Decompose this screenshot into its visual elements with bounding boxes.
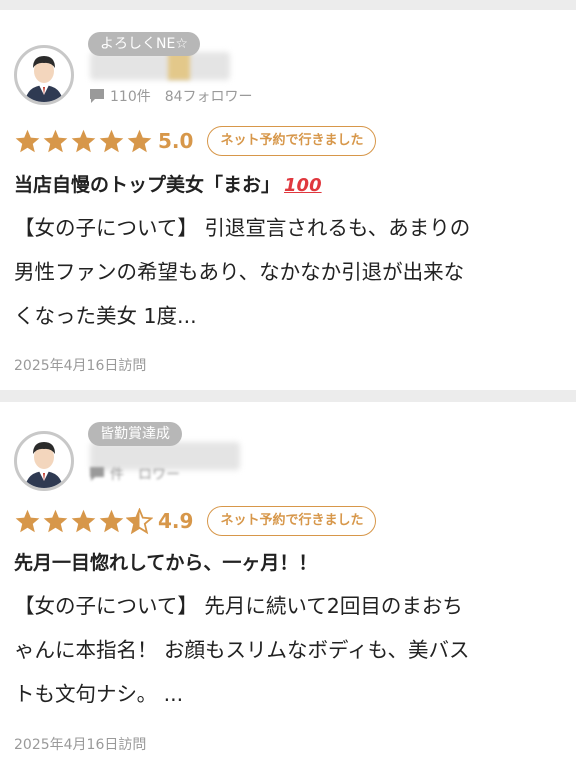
review-body[interactable]: 【女の子について】 引退宣言されるも、あまりの 男性ファンの希望もあり、なかなか…	[14, 206, 562, 338]
username-blurred	[90, 52, 230, 80]
review-body-line: トも文句ナシ。 ...	[14, 682, 184, 706]
star-icon	[71, 509, 96, 532]
user-avatar-icon	[25, 442, 63, 488]
star-rating	[14, 507, 154, 535]
star-half-icon	[126, 507, 153, 534]
comment-icon	[90, 467, 104, 481]
rating-row: 5.0 ネット予約で行きました	[14, 126, 377, 156]
star-icon	[15, 509, 40, 532]
review-card[interactable]: よろしくNE☆ 110件 84フォロワー 5.0 ネット予約で行きました 当店自…	[0, 10, 576, 390]
followers-count: ロワー	[138, 467, 180, 483]
rating-score: 4.9	[158, 509, 194, 533]
review-body-line: 【女の子について】 引退宣言されるも、あまりの	[14, 216, 471, 240]
followers-count: 84フォロワー	[164, 89, 253, 105]
review-title[interactable]: 当店自慢のトップ美女「まお」 100	[14, 170, 322, 197]
star-icon	[71, 129, 96, 152]
review-body[interactable]: 【女の子について】 先月に続いて2回目のまおち ゃんに本指名！ お顔もスリムなボ…	[14, 584, 562, 716]
review-body-line: 【女の子について】 先月に続いて2回目のまおち	[14, 594, 463, 618]
rating-row: 4.9 ネット予約で行きました	[14, 506, 377, 536]
user-avatar-icon	[25, 56, 63, 102]
reviewer-meta: 件 ロワー	[88, 464, 180, 484]
user-badge: 皆勤賞達成	[88, 422, 182, 446]
avatar[interactable]	[14, 45, 74, 105]
reviews-count: 110件	[110, 89, 151, 105]
visit-date: 2025年4月16日訪問	[14, 737, 147, 753]
star-icon	[15, 129, 40, 152]
rating-score: 5.0	[158, 129, 194, 153]
review-title-text: 当店自慢のトップ美女「まお」	[14, 174, 281, 196]
user-badge: よろしくNE☆	[88, 32, 200, 56]
star-icon	[43, 509, 68, 532]
reservation-badge: ネット予約で行きました	[207, 506, 377, 536]
review-title[interactable]: 先月一目惚れしてから、一ヶ月！！	[14, 548, 317, 575]
star-icon	[99, 509, 124, 532]
star-rating	[14, 128, 154, 155]
reservation-badge: ネット予約で行きました	[207, 126, 377, 156]
comment-icon	[90, 89, 104, 103]
star-icon	[43, 129, 68, 152]
hundred-points-icon: 100	[284, 175, 322, 196]
star-icon	[127, 129, 152, 152]
avatar[interactable]	[14, 431, 74, 491]
review-title-text: 先月一目惚れしてから、一ヶ月！！	[14, 552, 318, 574]
reviews-count: 件	[110, 467, 124, 483]
review-body-line: ゃんに本指名！ お顔もスリムなボディも、美バス	[14, 638, 470, 662]
review-body-line: くなった美女 1度...	[14, 304, 197, 328]
review-card[interactable]: 皆勤賞達成 件 ロワー 4.9 ネット予約で行きました 先月一目惚れしてから、一…	[0, 402, 576, 771]
star-icon	[99, 129, 124, 152]
visit-date: 2025年4月16日訪問	[14, 358, 147, 374]
reviewer-meta: 110件 84フォロワー	[88, 86, 253, 106]
review-body-line: 男性ファンの希望もあり、なかなか引退が出来な	[14, 260, 465, 284]
